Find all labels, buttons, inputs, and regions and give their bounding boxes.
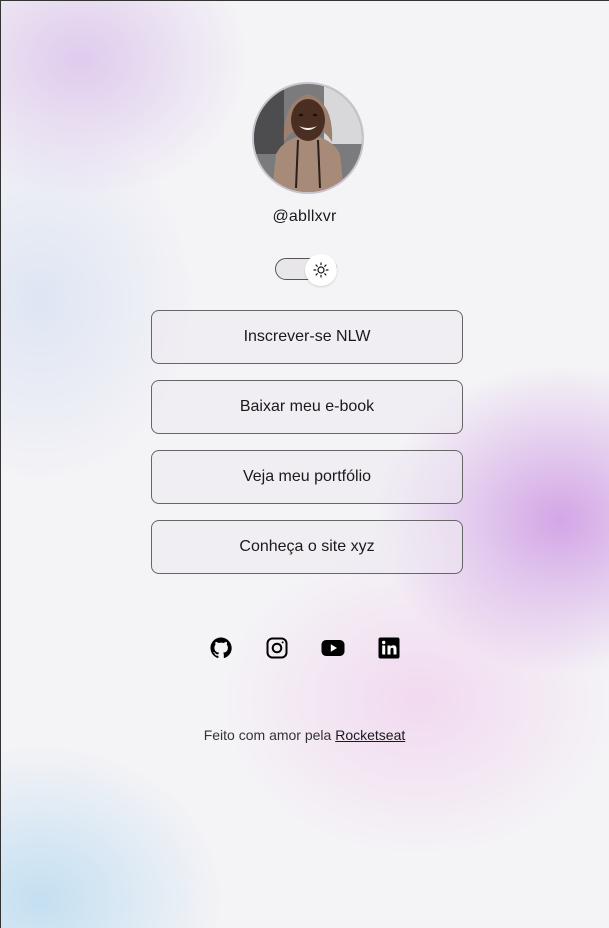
social-links	[0, 636, 609, 660]
link-button-nlw[interactable]: Inscrever-se NLW	[151, 310, 463, 364]
footer: Feito com amor pela Rocketseat	[0, 727, 609, 743]
linkedin-link[interactable]	[377, 636, 401, 660]
link-button-ebook[interactable]: Baixar meu e-book	[151, 380, 463, 434]
footer-text: Feito com amor pela	[203, 727, 336, 743]
github-icon	[210, 637, 232, 659]
youtube-icon	[321, 640, 344, 656]
sun-icon	[313, 262, 329, 278]
link-button-site[interactable]: Conheça o site xyz	[151, 520, 463, 574]
github-link[interactable]	[209, 636, 233, 660]
link-button-portfolio[interactable]: Veja meu portfólio	[151, 450, 463, 504]
link-list: Inscrever-se NLW Baixar meu e-book Veja …	[151, 310, 463, 590]
avatar-photo	[254, 84, 362, 192]
avatar	[252, 82, 364, 194]
profile-handle: @abllxvr	[272, 208, 337, 225]
linkedin-icon	[378, 637, 399, 659]
rocketseat-link[interactable]: Rocketseat	[335, 727, 405, 743]
youtube-link[interactable]	[321, 636, 345, 660]
instagram-link[interactable]	[265, 636, 289, 660]
theme-toggle-knob[interactable]	[305, 254, 337, 286]
theme-toggle[interactable]	[275, 254, 337, 286]
instagram-icon	[266, 637, 287, 659]
